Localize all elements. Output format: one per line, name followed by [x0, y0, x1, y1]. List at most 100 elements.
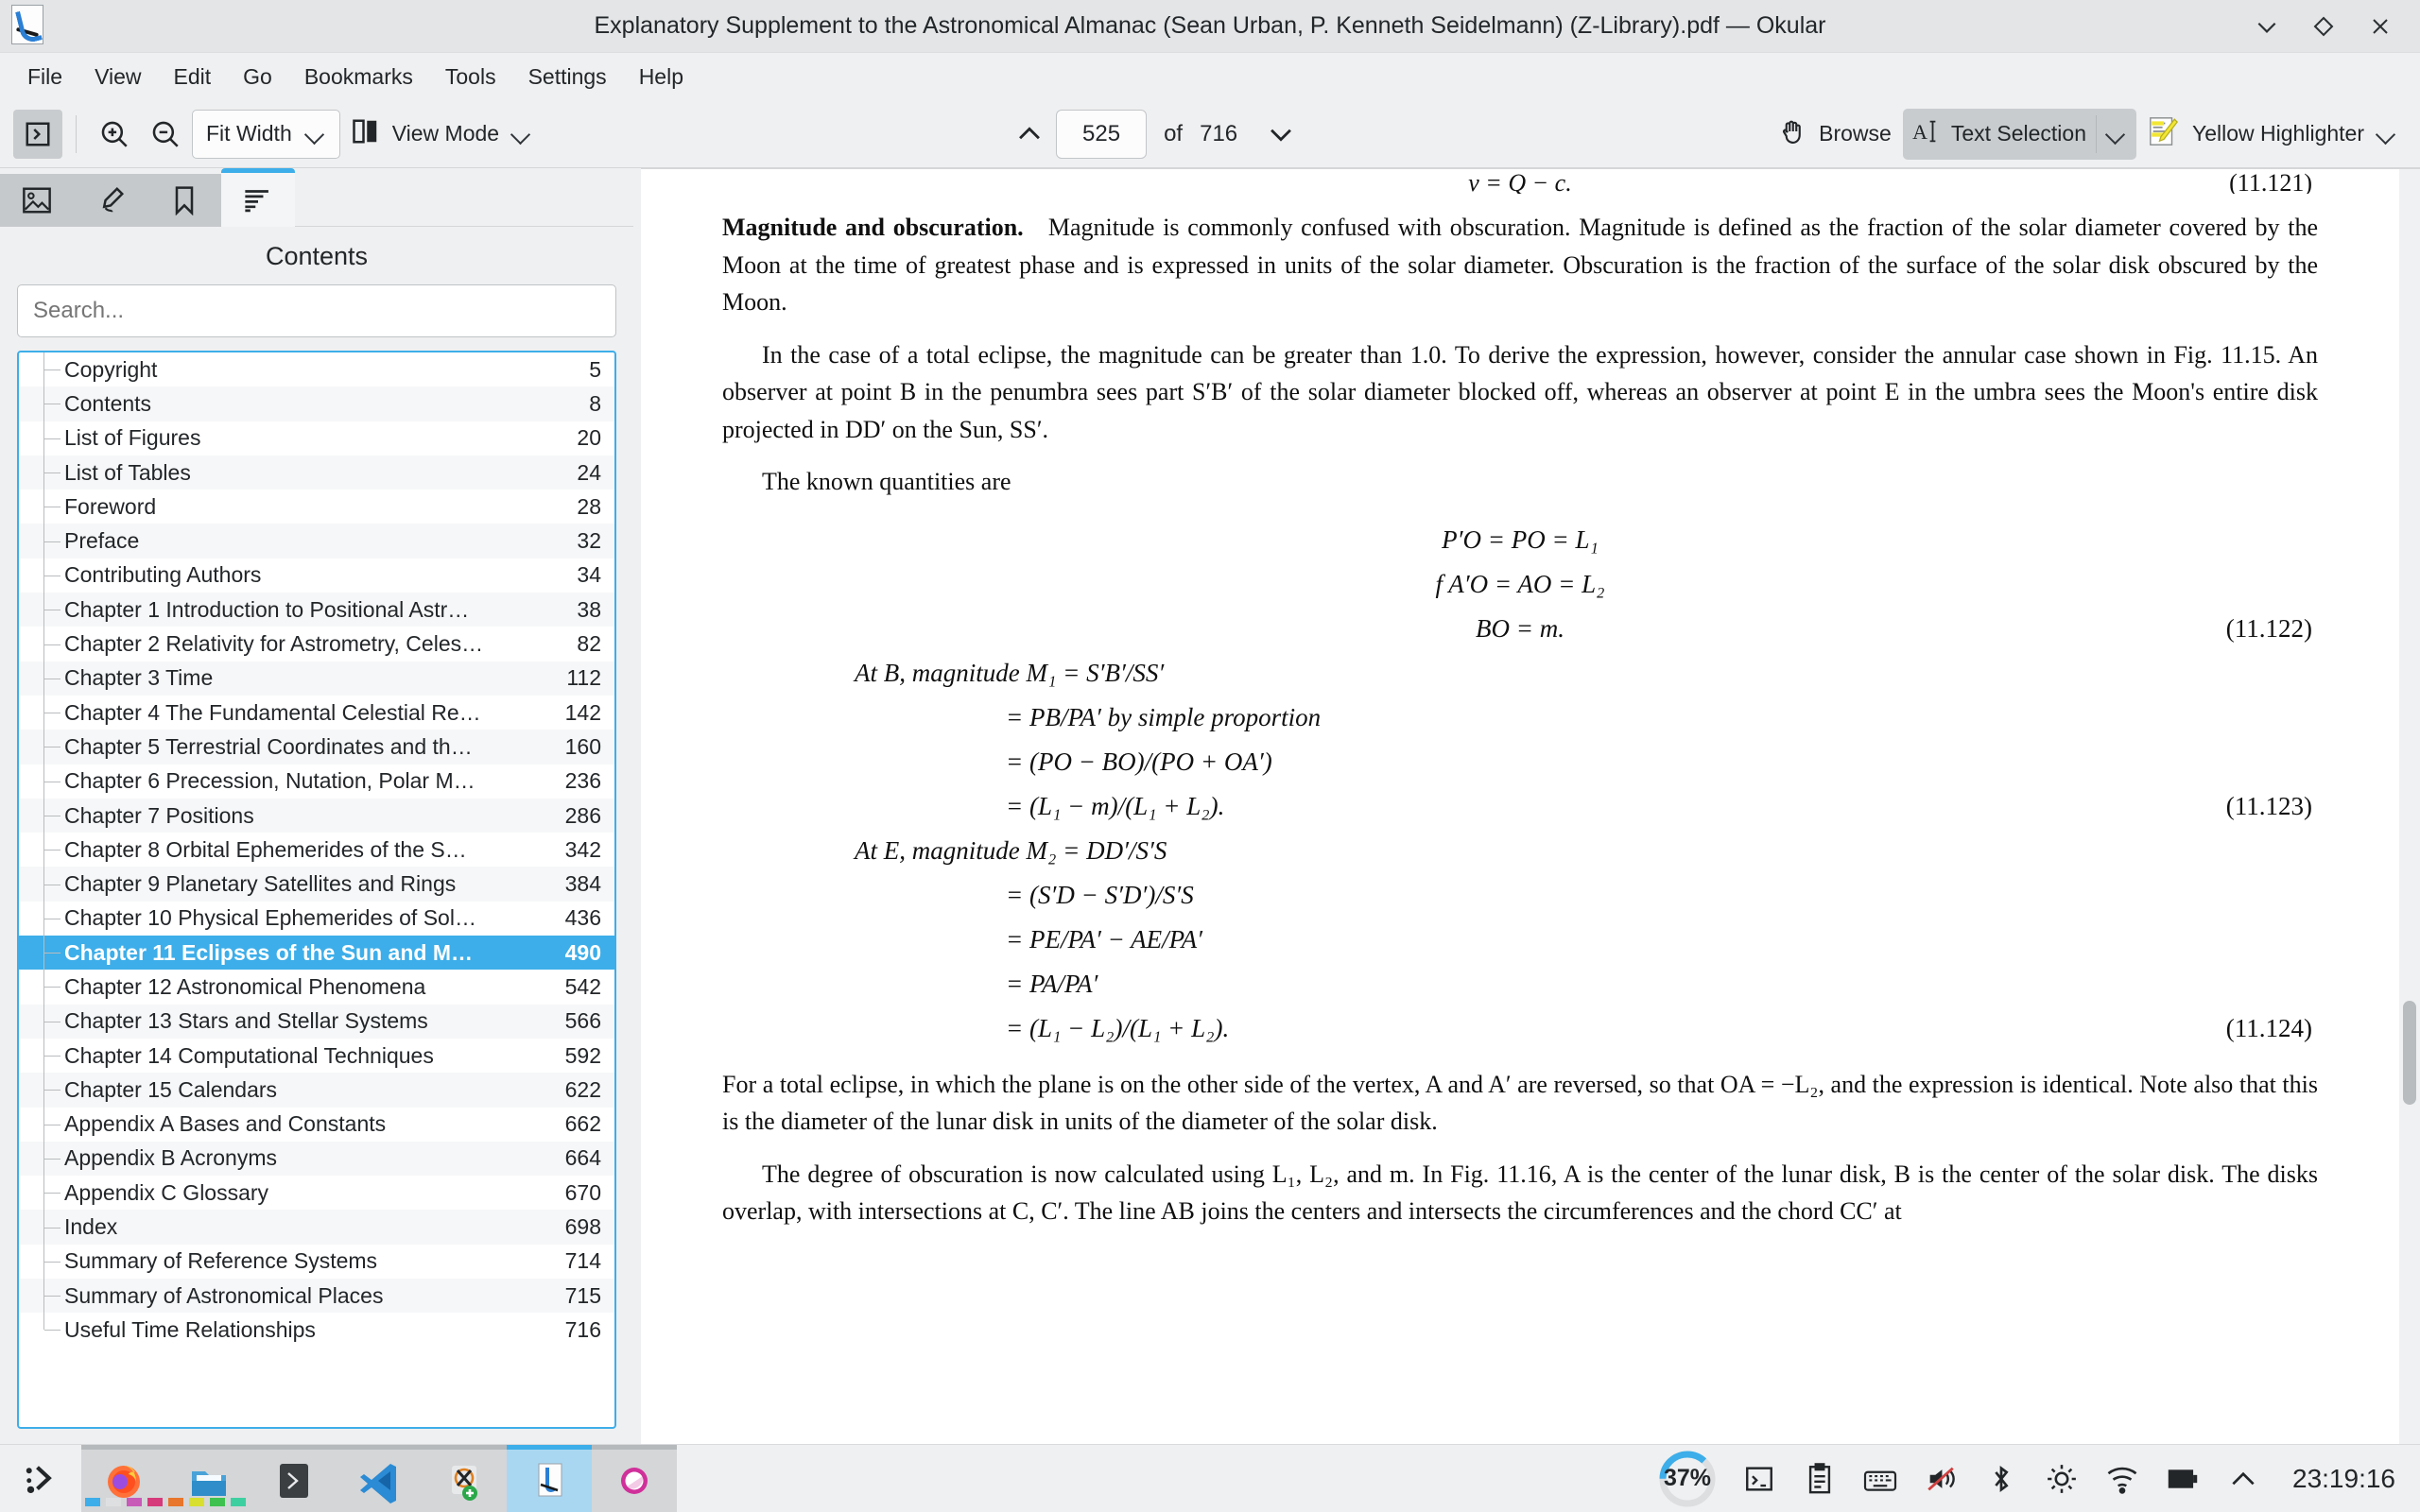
sidebar-tab-thumbnails[interactable]	[0, 174, 74, 227]
menu-tools[interactable]: Tools	[429, 57, 512, 97]
taskbar-item-media-player[interactable]	[592, 1444, 677, 1512]
toc-row[interactable]: Chapter 15 Calendars 622	[19, 1073, 614, 1108]
highlighter-tool-button[interactable]: Yellow Highlighter	[2138, 110, 2407, 159]
toc-row[interactable]: Chapter 9 Planetary Satellites and Rings…	[19, 867, 614, 902]
battery-percent-indicator[interactable]: 37%	[1657, 1449, 1718, 1509]
toc-row[interactable]: Chapter 2 Relativity for Astrometry, Cel…	[19, 627, 614, 662]
maximize-icon[interactable]	[2297, 5, 2350, 48]
toc-item-page: 82	[577, 631, 601, 657]
toc-row[interactable]: Chapter 7 Positions 286	[19, 798, 614, 833]
toc-row[interactable]: Index 698	[19, 1210, 614, 1246]
toc-row[interactable]: Preface 32	[19, 524, 614, 559]
equation-11-124-d: = PA/PA′	[1006, 969, 1098, 998]
keyboard-icon[interactable]	[1861, 1460, 1899, 1498]
close-icon[interactable]	[2354, 5, 2407, 48]
bluetooth-icon[interactable]	[1982, 1460, 2020, 1498]
toc-row[interactable]: Appendix A Bases and Constants 662	[19, 1107, 614, 1143]
toc-item-page: 112	[566, 665, 601, 691]
toc-item-label: Copyright	[64, 356, 158, 382]
tree-branch-icon	[19, 1073, 62, 1108]
toc-row[interactable]: Chapter 10 Physical Ephemerides of Sol… 4…	[19, 901, 614, 936]
taskbar-item-vscode[interactable]	[337, 1444, 422, 1512]
taskbar-item-terminal[interactable]	[251, 1444, 337, 1512]
toc-row[interactable]: Chapter 13 Stars and Stellar Systems 566	[19, 1004, 614, 1040]
sidebar-splitter[interactable]	[633, 168, 641, 1444]
toc-row[interactable]: Contents 8	[19, 387, 614, 421]
tree-branch-icon	[19, 524, 62, 559]
search-input[interactable]	[17, 284, 616, 337]
toc-item-page: 38	[577, 596, 601, 622]
toc-row[interactable]: List of Tables 24	[19, 455, 614, 490]
toc-row[interactable]: Useful Time Relationships 716	[19, 1313, 614, 1347]
toc-item-page: 236	[564, 768, 601, 794]
toc-row[interactable]: Chapter 1 Introduction to Positional Ast…	[19, 593, 614, 627]
menu-view[interactable]: View	[78, 57, 157, 97]
toc-row[interactable]: Chapter 6 Precession, Nutation, Polar M……	[19, 764, 614, 799]
battery-icon[interactable]	[2164, 1460, 2202, 1498]
toc-row[interactable]: Chapter 11 Eclipses of the Sun and M… 490	[19, 936, 614, 971]
text-selection-dropdown[interactable]	[2097, 109, 2136, 160]
zoom-mode-label: Fit Width	[206, 121, 292, 146]
minimize-icon[interactable]	[2240, 5, 2293, 48]
taskbar-item-okular[interactable]	[507, 1444, 592, 1512]
page-number-input[interactable]	[1056, 109, 1148, 159]
view-mode-combo[interactable]: View Mode	[342, 110, 542, 159]
zoom-in-icon[interactable]	[90, 110, 139, 159]
menu-bookmarks[interactable]: Bookmarks	[288, 57, 429, 97]
toc-row[interactable]: Chapter 14 Computational Techniques 592	[19, 1038, 614, 1074]
toc-item-label: Appendix C Glossary	[64, 1179, 269, 1205]
sidebar-tab-annotations[interactable]	[74, 174, 147, 227]
vertical-scrollbar[interactable]	[2399, 169, 2420, 1444]
terminal-tray-icon[interactable]	[1740, 1460, 1778, 1498]
pdf-page[interactable]: v = Q − c. (11.121) Magnitude and obscur…	[641, 169, 2399, 1444]
toc-row[interactable]: Appendix C Glossary 670	[19, 1176, 614, 1211]
equation-11-123-a: At B, magnitude M₁ = S′B′/SS′	[855, 658, 1165, 687]
toc-item-page: 662	[564, 1111, 601, 1137]
toc-item-label: Summary of Reference Systems	[64, 1248, 378, 1274]
volume-muted-icon[interactable]	[1922, 1460, 1960, 1498]
menu-go[interactable]: Go	[227, 57, 288, 97]
next-page-button[interactable]	[1256, 110, 1305, 159]
sidebar-tab-bookmarks[interactable]	[147, 174, 221, 227]
page-of-label: of	[1164, 120, 1184, 146]
sidebar-tab-contents[interactable]	[221, 168, 295, 227]
show-hidden-icons-button[interactable]	[2224, 1460, 2262, 1498]
scrollbar-thumb[interactable]	[2403, 1001, 2416, 1105]
equation-11-121: v = Q − c. (11.121)	[722, 169, 2318, 194]
toc-row[interactable]: Appendix B Acronyms 664	[19, 1141, 614, 1177]
menu-edit[interactable]: Edit	[158, 57, 228, 97]
zoom-out-icon[interactable]	[141, 110, 190, 159]
clipboard-icon[interactable]	[1801, 1460, 1839, 1498]
tree-branch-icon	[19, 661, 62, 696]
toc-row[interactable]: Summary of Reference Systems 714	[19, 1244, 614, 1280]
menu-file[interactable]: File	[11, 57, 78, 97]
wifi-icon[interactable]	[2103, 1460, 2141, 1498]
brightness-icon[interactable]	[2043, 1460, 2081, 1498]
toc-row[interactable]: Copyright 5	[19, 352, 614, 387]
toc-row[interactable]: Chapter 5 Terrestrial Coordinates and th…	[19, 730, 614, 765]
toc-row[interactable]: Chapter 12 Astronomical Phenomena 542	[19, 970, 614, 1005]
hand-icon	[1778, 117, 1806, 151]
taskbar-item-xournal[interactable]	[422, 1444, 507, 1512]
menu-settings[interactable]: Settings	[512, 57, 623, 97]
toc-row[interactable]: Contributing Authors 34	[19, 558, 614, 593]
tree-branch-icon	[19, 593, 62, 627]
zoom-mode-combo[interactable]: Fit Width	[192, 109, 340, 159]
highlighter-icon	[2148, 115, 2180, 153]
sidebar-toggle-button[interactable]	[13, 109, 62, 159]
paragraph-lead-in: Magnitude and obscuration.	[722, 214, 1024, 241]
browse-tool-button[interactable]: Browse	[1769, 110, 1901, 159]
menu-help[interactable]: Help	[623, 57, 700, 97]
previous-page-button[interactable]	[1005, 110, 1054, 159]
application-launcher-button[interactable]	[0, 1445, 81, 1512]
toc-row[interactable]: Foreword 28	[19, 490, 614, 524]
toc-item-page: 142	[564, 699, 601, 725]
toc-row[interactable]: Chapter 3 Time 112	[19, 661, 614, 696]
toc-row[interactable]: Chapter 8 Orbital Ephemerides of the S… 3…	[19, 833, 614, 868]
text-selection-button[interactable]: A Text Selection	[1903, 109, 2096, 160]
toc-row[interactable]: List of Figures 20	[19, 421, 614, 456]
okular-window: Explanatory Supplement to the Astronomic…	[0, 0, 2420, 1512]
toc-row[interactable]: Chapter 4 The Fundamental Celestial Re… 1…	[19, 695, 614, 730]
toc-row[interactable]: Summary of Astronomical Places 715	[19, 1279, 614, 1314]
toc-list[interactable]: Copyright 5 Contents 8 List of Figures 20 List…	[19, 352, 614, 1427]
